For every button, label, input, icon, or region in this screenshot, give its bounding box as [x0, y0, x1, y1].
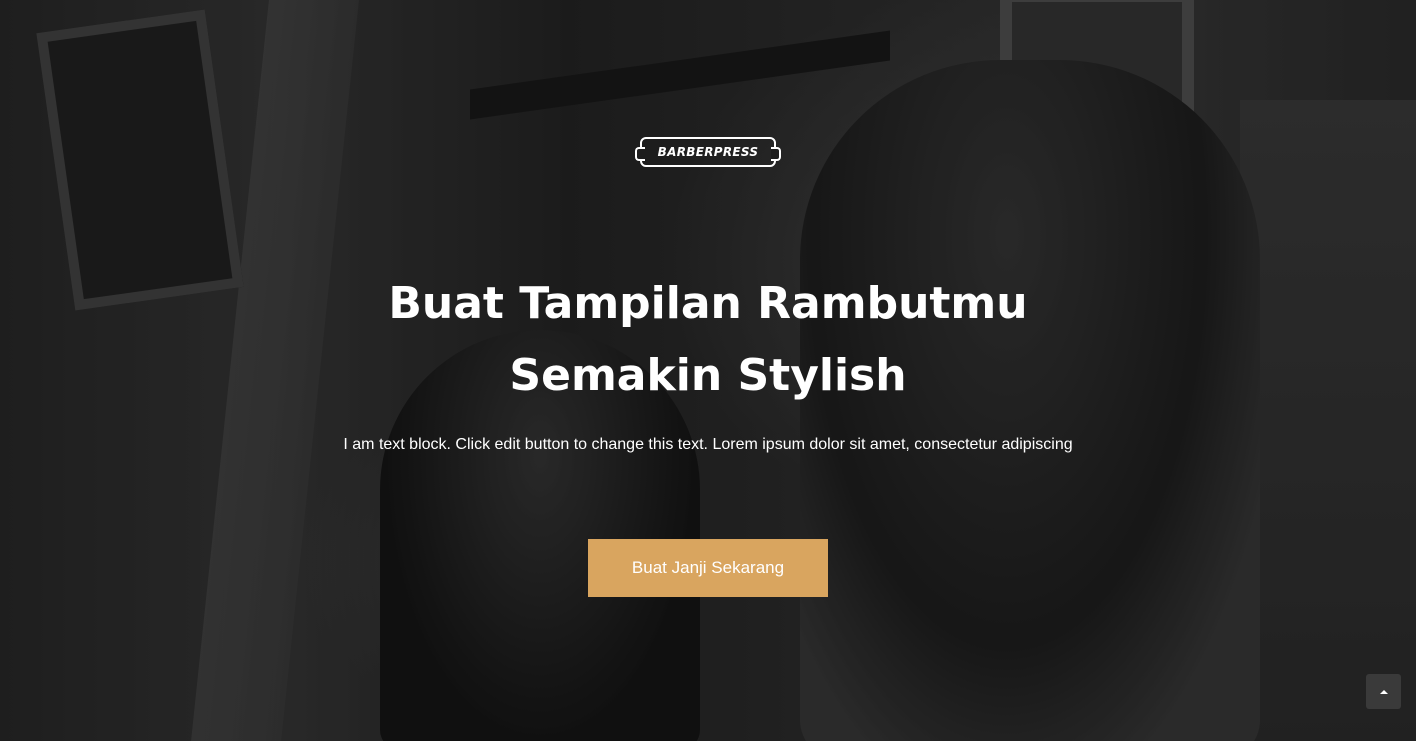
hero-content: BARBERPRESS Buat Tampilan Rambutmu Semak…	[0, 0, 1416, 741]
scroll-to-top-button[interactable]	[1366, 674, 1401, 709]
hero-subtext: I am text block. Click edit button to ch…	[343, 436, 1073, 453]
book-appointment-button[interactable]: Buat Janji Sekarang	[588, 539, 828, 597]
chevron-up-icon	[1379, 689, 1388, 694]
hero-headline-line-2: Semakin Stylish	[509, 350, 907, 401]
hero-headline: Buat Tampilan Rambutmu Semakin Stylish	[300, 268, 1116, 412]
hero-section: BARBERPRESS Buat Tampilan Rambutmu Semak…	[0, 0, 1416, 741]
hero-headline-line-1: Buat Tampilan Rambutmu	[388, 278, 1028, 329]
site-logo[interactable]: BARBERPRESS	[635, 137, 781, 167]
site-logo-text: BARBERPRESS	[657, 145, 759, 159]
